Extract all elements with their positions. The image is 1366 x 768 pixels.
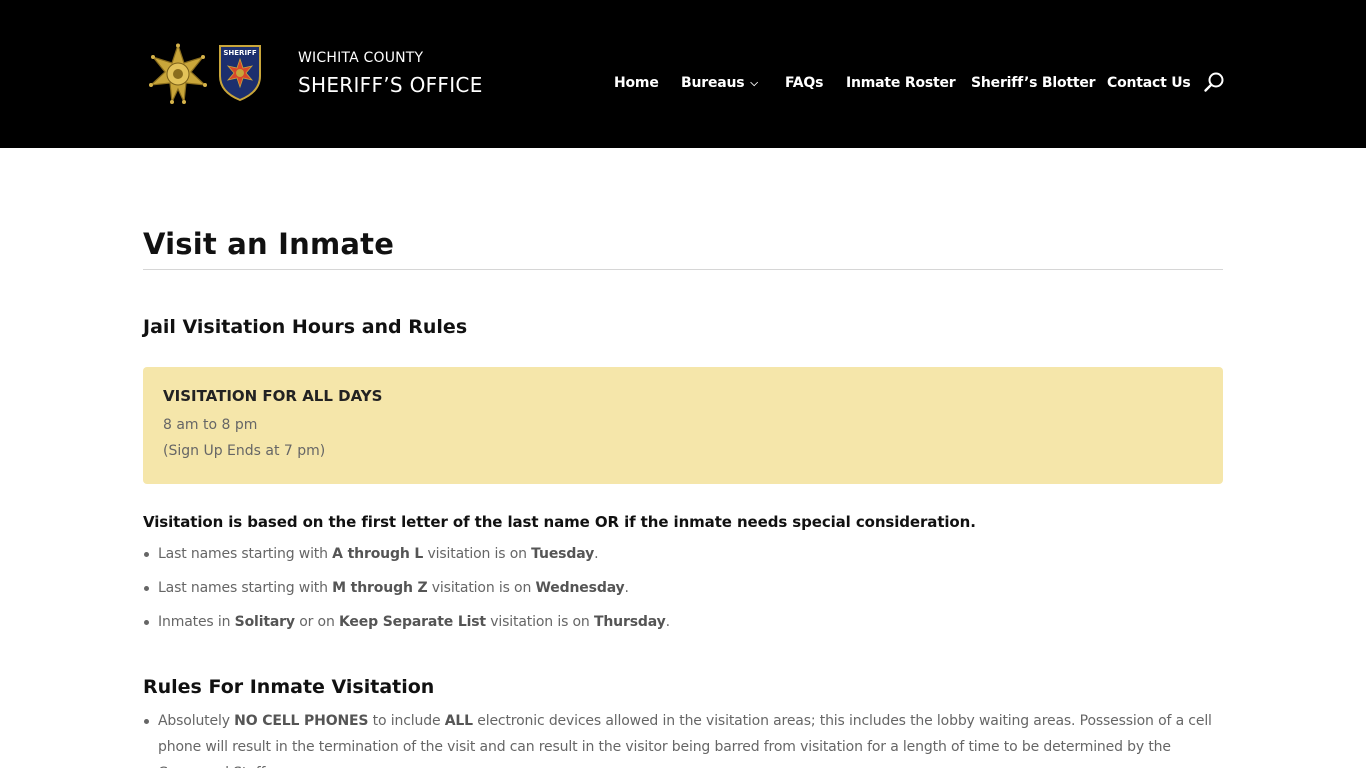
- hours-box-title: VISITATION FOR ALL DAYS: [163, 387, 383, 405]
- nav-sheriffs-blotter[interactable]: Sheriff’s Blotter: [971, 72, 1096, 94]
- site-header: SHERIFF WICHITA COUNTY SHERIFF’S OFFICE …: [0, 0, 1366, 148]
- section-heading-hours: Jail Visitation Hours and Rules: [143, 316, 468, 338]
- visitation-intro: Visitation is based on the first letter …: [143, 513, 976, 531]
- list-item: Inmates in Solitary or on Keep Separate …: [144, 609, 670, 635]
- visitation-schedule-list: Last names starting with A through L vis…: [144, 541, 670, 643]
- nav-contact-us[interactable]: Contact Us: [1107, 72, 1191, 94]
- list-item: Last names starting with A through L vis…: [144, 541, 670, 567]
- chevron-down-icon: ⌵: [750, 78, 758, 89]
- list-item: Absolutely NO CELL PHONES to include ALL…: [144, 708, 1223, 768]
- brand-county: WICHITA COUNTY: [298, 50, 424, 66]
- visitation-rules-list: Absolutely NO CELL PHONES to include ALL…: [144, 708, 1223, 768]
- nav-bureaus[interactable]: Bureaus ⌵: [681, 72, 758, 95]
- search-icon[interactable]: [1203, 71, 1225, 93]
- nav-home[interactable]: Home: [614, 72, 659, 94]
- hours-box-signup: (Sign Up Ends at 7 pm): [163, 443, 326, 459]
- nav-faqs[interactable]: FAQs: [785, 72, 823, 94]
- brand-office: SHERIFF’S OFFICE: [298, 73, 483, 97]
- sheriff-badge-logo-icon[interactable]: SHERIFF: [216, 42, 264, 102]
- visitation-hours-box: VISITATION FOR ALL DAYS 8 am to 8 pm (Si…: [143, 367, 1223, 484]
- list-item: Last names starting with M through Z vis…: [144, 575, 670, 601]
- section-heading-rules: Rules For Inmate Visitation: [143, 676, 435, 698]
- hours-box-time: 8 am to 8 pm: [163, 417, 258, 433]
- site-brand[interactable]: WICHITA COUNTY SHERIFF’S OFFICE: [298, 49, 483, 99]
- sheriff-star-logo-icon[interactable]: [147, 43, 209, 105]
- nav-bureaus-label: Bureaus: [681, 75, 745, 91]
- title-divider: [143, 269, 1223, 270]
- page-title: Visit an Inmate: [143, 227, 395, 261]
- nav-inmate-roster[interactable]: Inmate Roster: [846, 72, 956, 94]
- badge-text: SHERIFF: [223, 49, 256, 57]
